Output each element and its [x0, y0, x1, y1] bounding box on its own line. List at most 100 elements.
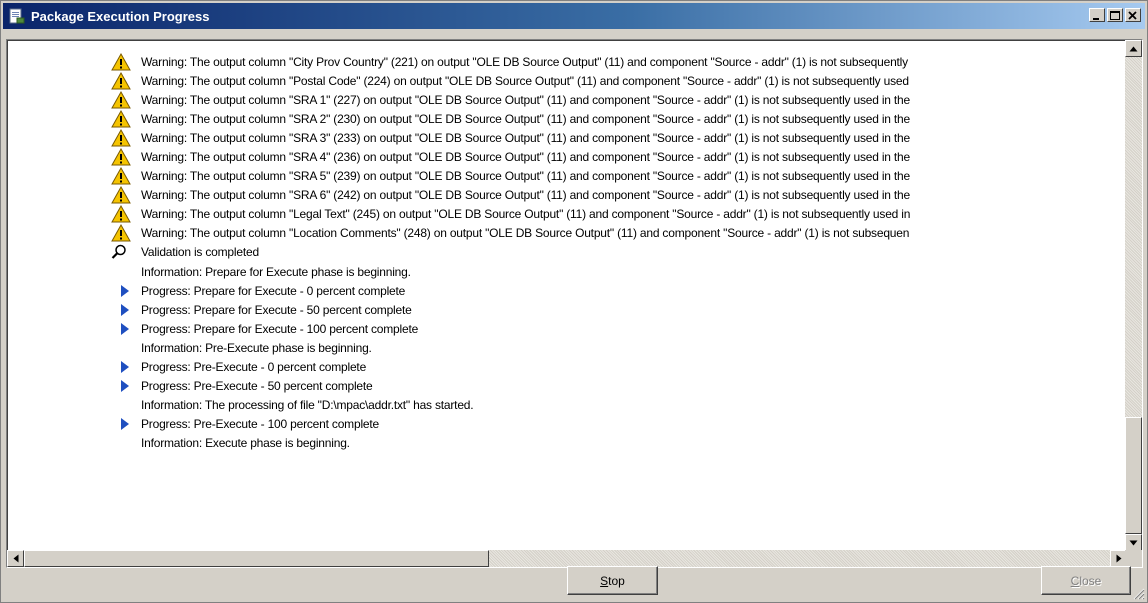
log-row-text: Information: The processing of file "D:\… [141, 398, 474, 413]
log-row-text: Information: Execute phase is beginning. [141, 436, 350, 451]
log-row[interactable]: Information: Execute phase is beginning. [7, 434, 1104, 453]
log-row-icon-slot [111, 148, 141, 167]
stop-label: Stop [600, 573, 625, 588]
horizontal-scrollbar[interactable] [7, 550, 1127, 567]
log-row[interactable]: Progress: Pre-Execute - 0 percent comple… [7, 358, 1104, 377]
log-row[interactable]: Warning: The output column "City Prov Co… [7, 52, 1104, 71]
magnifier-icon [111, 245, 126, 260]
log-row[interactable]: Warning: The output column "SRA 6" (242)… [7, 186, 1104, 205]
log-row[interactable]: Progress: Pre-Execute - 100 percent comp… [7, 415, 1104, 434]
log-row-icon-slot [111, 186, 141, 205]
log-row-icon-slot [111, 224, 141, 243]
progress-arrow-icon [121, 380, 129, 393]
maximize-icon [1110, 11, 1120, 20]
log-row-text: Warning: The output column "SRA 6" (242)… [141, 188, 910, 203]
log-row-text: Information: Prepare for Execute phase i… [141, 264, 411, 279]
log-row-icon-slot [111, 281, 141, 300]
log-row[interactable]: Warning: The output column "SRA 1" (227)… [7, 90, 1104, 109]
log-row-icon-slot [111, 415, 141, 434]
log-row-text: Warning: The output column "City Prov Co… [141, 54, 908, 69]
vertical-scrollbar[interactable] [1125, 40, 1142, 551]
log-row[interactable]: Progress: Prepare for Execute - 0 percen… [7, 281, 1104, 300]
log-row-text: Progress: Prepare for Execute - 100 perc… [141, 321, 419, 336]
vertical-scroll-thumb[interactable] [1125, 417, 1142, 534]
log-row-icon-slot [111, 262, 141, 281]
stop-button[interactable]: Stop [567, 566, 658, 595]
minimize-icon [1093, 18, 1099, 20]
close-window-button[interactable] [1125, 8, 1141, 22]
log-row-icon-slot [111, 377, 141, 396]
scroll-down-button[interactable] [1125, 534, 1142, 551]
warning-icon [111, 224, 131, 242]
log-row[interactable]: Information: Prepare for Execute phase i… [7, 262, 1104, 281]
progress-arrow-icon [121, 284, 129, 297]
arrow-up-icon [1129, 46, 1138, 51]
log-row-icon-slot [111, 358, 141, 377]
warning-icon [111, 52, 131, 71]
log-row[interactable]: Warning: The output column "SRA 4" (236)… [7, 147, 1104, 166]
warning-icon [111, 205, 131, 223]
progress-arrow-icon [121, 303, 129, 316]
log-row[interactable]: Warning: The output column "Legal Text" … [7, 205, 1104, 224]
log-row-text: Progress: Prepare for Execute - 50 perce… [141, 302, 412, 317]
log-row[interactable]: Progress: Prepare for Execute - 50 perce… [7, 300, 1104, 319]
log-row[interactable]: Information: Pre-Execute phase is beginn… [7, 338, 1104, 357]
warning-icon [111, 186, 131, 204]
log-row-text: Progress: Pre-Execute - 0 percent comple… [141, 360, 367, 375]
warning-icon [111, 90, 131, 109]
log-row-icon-slot [111, 52, 141, 71]
progress-log-list[interactable]: Warning: The output column "City Prov Co… [7, 40, 1104, 551]
horizontal-scroll-thumb[interactable] [24, 550, 489, 567]
log-row[interactable]: Progress: Prepare for Execute - 100 perc… [7, 319, 1104, 338]
log-row-icon-slot [111, 167, 141, 186]
window-controls [1087, 8, 1141, 22]
close-icon [1128, 11, 1137, 20]
progress-log-panel[interactable]: Warning: The output column "City Prov Co… [6, 39, 1143, 568]
log-row-text: Warning: The output column "Location Com… [141, 226, 910, 241]
progress-arrow-icon [121, 361, 129, 374]
progress-arrow-icon [121, 418, 129, 431]
log-row-icon-slot [111, 396, 141, 415]
minimize-button[interactable] [1089, 8, 1105, 22]
maximize-button[interactable] [1107, 8, 1123, 22]
log-row[interactable]: Warning: The output column "SRA 2" (230)… [7, 109, 1104, 128]
log-row-text: Progress: Pre-Execute - 50 percent compl… [141, 379, 373, 394]
log-row[interactable]: Progress: Pre-Execute - 50 percent compl… [7, 377, 1104, 396]
window-title: Package Execution Progress [31, 8, 210, 24]
log-row[interactable]: Warning: The output column "Postal Code"… [7, 71, 1104, 90]
resize-grip-icon[interactable] [1133, 588, 1145, 600]
title-bar[interactable]: Package Execution Progress [3, 3, 1145, 29]
log-row-icon-slot [111, 128, 141, 147]
log-row[interactable]: Warning: The output column "SRA 5" (239)… [7, 167, 1104, 186]
warning-icon [111, 148, 131, 166]
log-row-icon-slot [111, 300, 141, 319]
scroll-up-button[interactable] [1125, 40, 1142, 57]
close-button[interactable]: Close [1041, 566, 1131, 595]
log-row[interactable]: Validation is completed [7, 243, 1104, 262]
log-row-icon-slot [111, 434, 141, 453]
scroll-left-button[interactable] [7, 550, 24, 567]
log-row-text: Warning: The output column "SRA 1" (227)… [141, 92, 910, 107]
warning-icon [111, 109, 131, 128]
log-row-text: Warning: The output column "Legal Text" … [141, 207, 911, 222]
log-row-text: Progress: Pre-Execute - 100 percent comp… [141, 417, 379, 432]
log-row-icon-slot [111, 109, 141, 128]
log-row-icon-slot [111, 205, 141, 224]
log-row-text: Warning: The output column "SRA 2" (230)… [141, 111, 910, 126]
log-row-icon-slot [111, 71, 141, 90]
log-row-icon-slot [111, 319, 141, 338]
log-row[interactable]: Warning: The output column "Location Com… [7, 224, 1104, 243]
warning-icon [111, 167, 131, 185]
warning-icon [111, 128, 131, 147]
log-row-text: Progress: Prepare for Execute - 0 percen… [141, 283, 406, 298]
log-row-text: Warning: The output column "SRA 4" (236)… [141, 150, 910, 165]
warning-icon [111, 71, 131, 90]
close-label: Close [1070, 573, 1102, 588]
arrow-right-icon [1116, 554, 1121, 563]
package-icon [9, 8, 25, 24]
dialog-window: Package Execution Progress Warning: The … [0, 0, 1148, 603]
log-row[interactable]: Warning: The output column "SRA 3" (233)… [7, 128, 1104, 147]
log-row[interactable]: Information: The processing of file "D:\… [7, 396, 1104, 415]
scrollbar-corner [1125, 550, 1142, 567]
log-row-text: Validation is completed [141, 245, 259, 260]
